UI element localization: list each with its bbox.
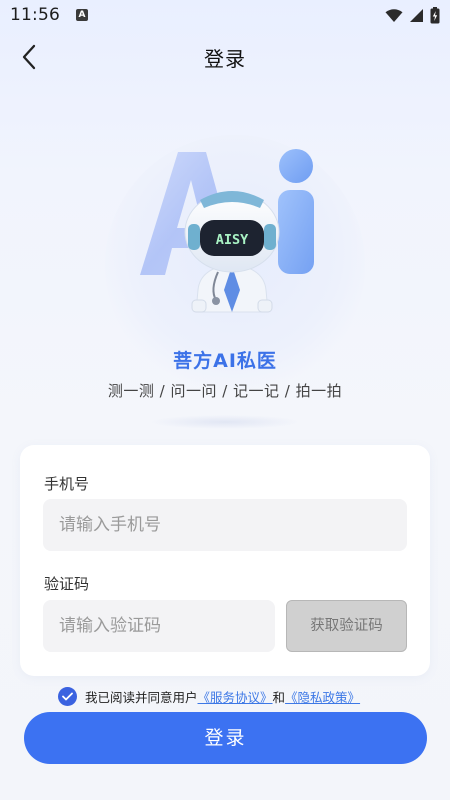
agreement-checkbox[interactable]: [58, 686, 77, 706]
back-button[interactable]: [14, 42, 44, 72]
agreement-and-text: 和: [272, 689, 286, 705]
privacy-policy-link[interactable]: 《隐私政策》: [285, 687, 360, 706]
checkmark-icon: [62, 692, 73, 700]
wifi-icon: [385, 8, 403, 22]
status-indicators: [385, 7, 440, 24]
slogan: 测一测 / 问一问 / 记一记 / 拍一拍: [107, 382, 343, 400]
hero-shadow: [150, 415, 300, 429]
status-time: 11:56: [10, 5, 60, 25]
service-agreement-link[interactable]: 《服务协议》: [198, 687, 273, 706]
battery-icon: [430, 7, 440, 24]
header: 登录: [0, 30, 450, 84]
page-title: 登录: [204, 46, 246, 71]
robot-doctor-illustration: AISY: [140, 149, 314, 313]
signal-icon: [410, 9, 423, 22]
verification-code-label: 验证码: [44, 575, 90, 593]
get-verification-code-button[interactable]: 获取验证码: [286, 600, 407, 652]
verification-code-input[interactable]: [43, 600, 275, 652]
phone-label: 手机号: [44, 475, 90, 493]
chevron-left-icon: [22, 44, 36, 70]
brand-name: 菩方AI私医: [173, 350, 277, 372]
login-form-card: 手机号 验证码 获取验证码: [20, 445, 430, 676]
agreement-row: 我已阅读并同意用户 《服务协议》 和 《隐私政策》: [58, 685, 418, 707]
status-bar: 11:56 A: [0, 0, 450, 30]
phone-input[interactable]: [43, 499, 407, 551]
notification-icon: A: [76, 9, 88, 21]
robot-logo-text: AISY: [216, 232, 249, 248]
login-screen: 11:56 A 登录 AISY 菩方AI私医 测一测 / 问一问 / 记一记 /…: [0, 0, 450, 800]
agreement-text: 我已阅读并同意用户: [85, 689, 198, 705]
login-button[interactable]: 登录: [24, 712, 427, 764]
